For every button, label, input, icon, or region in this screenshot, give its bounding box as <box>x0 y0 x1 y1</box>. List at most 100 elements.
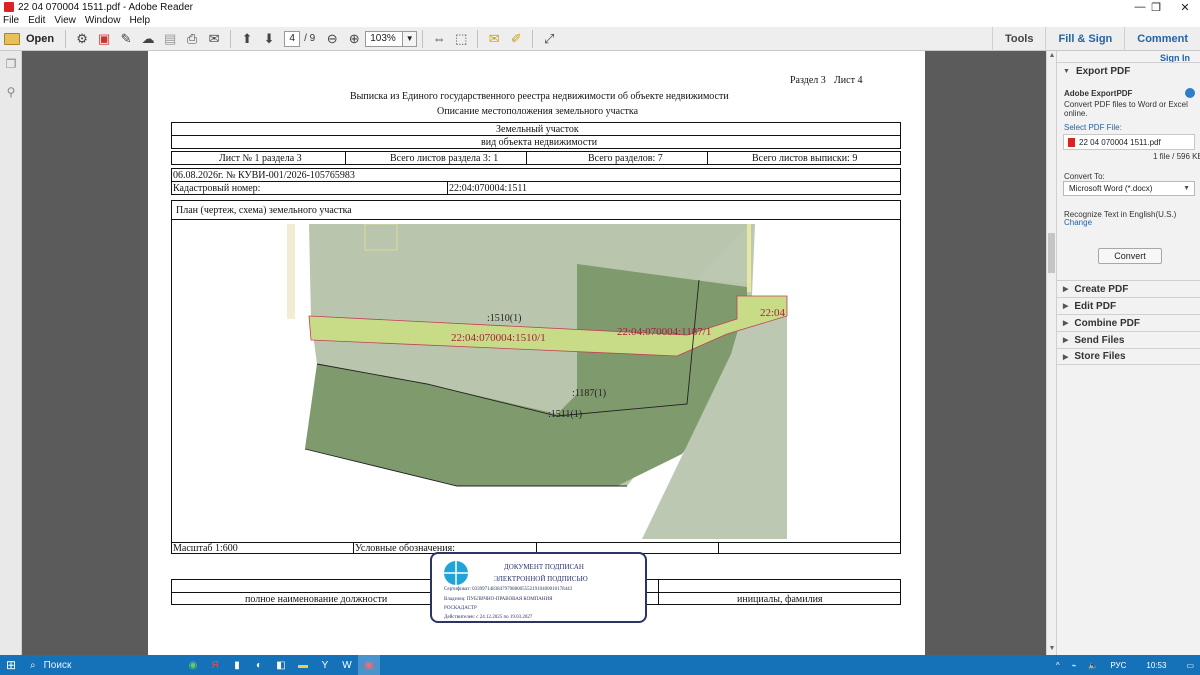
tab-comment[interactable]: Comment <box>1124 27 1200 51</box>
page-number-input[interactable]: 4 <box>284 30 301 47</box>
files-icon[interactable]: ▮ <box>226 655 248 675</box>
service-description: Convert PDF files to Word or Excel <box>1064 100 1188 109</box>
store-files-label: Store Files <box>1074 351 1126 362</box>
taskbar-search[interactable]: ⌕ Поиск <box>22 655 182 675</box>
change-link[interactable]: Change <box>1064 218 1092 227</box>
create-pdf-icon[interactable]: ⚙ <box>72 29 92 49</box>
expand-icon: ▶ <box>1063 320 1069 327</box>
signature-stamp: ДОКУМЕНТ ПОДПИСАН ЭЛЕКТРОННОЙ ПОДПИСЬЮ С… <box>430 552 647 623</box>
open-button[interactable]: Open <box>4 32 55 45</box>
info-sections: Всего разделов: 7 <box>588 153 663 164</box>
info-sheet: Лист № 1 раздела 3 <box>219 153 302 164</box>
print-icon[interactable]: ⎙ <box>182 29 202 49</box>
convert-to-label: Convert To: <box>1064 172 1105 181</box>
create-pdf-section[interactable]: ▶ Create PDF <box>1057 280 1200 297</box>
scroll-up-icon[interactable]: ▲ <box>1048 52 1056 59</box>
restore-button[interactable]: ❐ <box>1142 0 1170 14</box>
fit-page-icon[interactable]: ⬚ <box>451 29 471 49</box>
edit-icon[interactable]: ✎ <box>116 29 136 49</box>
network-icon[interactable]: ⌁ <box>1072 661 1077 670</box>
yandex-browser-icon[interactable]: Y <box>314 655 336 675</box>
zoom-dropdown-icon[interactable]: ▼ <box>403 30 418 47</box>
page-total: / 9 <box>304 33 316 44</box>
menu-window[interactable]: Window <box>85 15 121 26</box>
store-icon[interactable]: ◧ <box>270 655 292 675</box>
selected-file[interactable]: 22 04 070004 1511.pdf <box>1063 134 1195 150</box>
volume-icon[interactable]: 🔈 <box>1088 661 1098 670</box>
word-icon[interactable]: W <box>336 655 358 675</box>
expand-icon: ▶ <box>1063 286 1069 293</box>
title-bar: 22 04 070004 1511.pdf - Adobe Reader — ❐… <box>0 0 1200 14</box>
stamp-title-1: ДОКУМЕНТ ПОДПИСАН <box>504 563 584 571</box>
convert-to-select[interactable]: Microsoft Word (*.docx) ▼ <box>1063 181 1195 196</box>
scroll-down-icon[interactable]: ▼ <box>1048 645 1056 652</box>
info-sheets-total: Всего листов выписки: 9 <box>752 153 858 164</box>
adobe-reader-icon <box>4 2 14 12</box>
section-label: Раздел 3 <box>790 75 826 86</box>
vertical-scrollbar[interactable]: ▲ ▼ <box>1046 51 1056 655</box>
next-page-icon[interactable]: ⬇ <box>259 29 279 49</box>
yandex-icon[interactable]: Я <box>204 655 226 675</box>
adobe-reader-taskbar-icon[interactable]: ▣ <box>358 655 380 675</box>
export-pdf-header[interactable]: ▼ Export PDF <box>1057 62 1200 79</box>
object-type-caption: вид объекта недвижимости <box>481 137 598 148</box>
label-1511: :1511(1) <box>548 409 583 420</box>
open-label: Open <box>26 32 55 45</box>
cadastral-label: Кадастровый номер: <box>173 183 261 194</box>
combine-pdf-section[interactable]: ▶ Combine PDF <box>1057 314 1200 331</box>
windows-start-icon[interactable]: ⊞ <box>0 655 22 675</box>
highlight-icon[interactable]: ✐ <box>506 29 526 49</box>
fullscreen-icon[interactable]: ⤢ <box>539 29 559 49</box>
zoom-input[interactable]: 103% <box>365 30 404 47</box>
scroll-thumb[interactable] <box>1048 233 1055 273</box>
comment-icon[interactable]: ✉ <box>484 29 504 49</box>
email-icon[interactable]: ✉ <box>204 29 224 49</box>
convert-button[interactable]: Convert <box>1098 248 1162 264</box>
close-button[interactable]: ✕ <box>1171 0 1199 14</box>
tab-tools[interactable]: Tools <box>991 27 1046 51</box>
chrome-icon[interactable]: ◉ <box>182 655 204 675</box>
notifications-icon[interactable]: ▭ <box>1186 661 1194 670</box>
explorer-icon[interactable]: ▬ <box>292 655 314 675</box>
stamp-logo-icon <box>444 561 468 585</box>
expand-icon: ▶ <box>1063 303 1069 310</box>
tab-fill-sign[interactable]: Fill & Sign <box>1045 27 1124 51</box>
menu-file[interactable]: File <box>3 15 19 26</box>
help-icon[interactable] <box>1185 88 1195 98</box>
document-view[interactable]: Раздел 3 Лист 4 Выписка из Единого госуд… <box>22 51 1046 655</box>
stamp-owner: Владелец: ПУБЛИЧНО-ПРАВОВАЯ КОМПАНИЯ <box>444 597 553 602</box>
edit-pdf-section[interactable]: ▶ Edit PDF <box>1057 297 1200 314</box>
language-indicator[interactable]: РУС <box>1110 661 1126 670</box>
convert-pdf-icon[interactable]: ▣ <box>94 29 114 49</box>
document-subtitle: Описание местоположения земельного участ… <box>437 106 639 117</box>
toolbar-separator <box>65 29 67 48</box>
menu-view[interactable]: View <box>54 15 76 26</box>
clock[interactable]: 10:53 <box>1146 661 1166 670</box>
create-pdf-label: Create PDF <box>1074 283 1129 295</box>
store-files-section[interactable]: ▶ Store Files <box>1057 348 1200 365</box>
tray-chevron-icon[interactable]: ^ <box>1056 661 1060 670</box>
tools-panel: Sign In ▼ Export PDF Adobe ExportPDF Con… <box>1056 51 1200 655</box>
save-icon[interactable]: ▤ <box>160 29 180 49</box>
pages-icon[interactable]: ❐ <box>4 57 18 73</box>
label-22-04: 22:04 <box>760 307 786 319</box>
send-files-section[interactable]: ▶ Send Files <box>1057 331 1200 348</box>
expand-icon: ▶ <box>1063 353 1069 361</box>
fit-width-icon[interactable]: ⇔ <box>429 29 449 49</box>
toolbar-separator <box>422 29 424 48</box>
menu-help[interactable]: Help <box>129 15 150 26</box>
zoom-in-icon[interactable]: ⊕ <box>344 29 364 49</box>
edge-icon[interactable]: ◐ <box>248 655 270 675</box>
zoom-out-icon[interactable]: ⊖ <box>322 29 342 49</box>
edit-pdf-label: Edit PDF <box>1074 300 1117 312</box>
system-tray: ^ ⌁ 🔈 РУС 10:53 ▭ <box>1050 655 1200 675</box>
attachments-icon[interactable]: ⚲ <box>4 85 18 101</box>
window-title: 22 04 070004 1511.pdf - Adobe Reader <box>18 1 193 13</box>
selected-file-name: 22 04 070004 1511.pdf <box>1079 137 1161 147</box>
prev-page-icon[interactable]: ⬆ <box>237 29 257 49</box>
send-files-label: Send Files <box>1074 334 1125 346</box>
export-pdf-label: Export PDF <box>1075 65 1131 77</box>
menu-edit[interactable]: Edit <box>28 15 45 26</box>
sheet-label: Лист 4 <box>834 75 863 86</box>
cloud-icon[interactable]: ☁ <box>138 29 158 49</box>
